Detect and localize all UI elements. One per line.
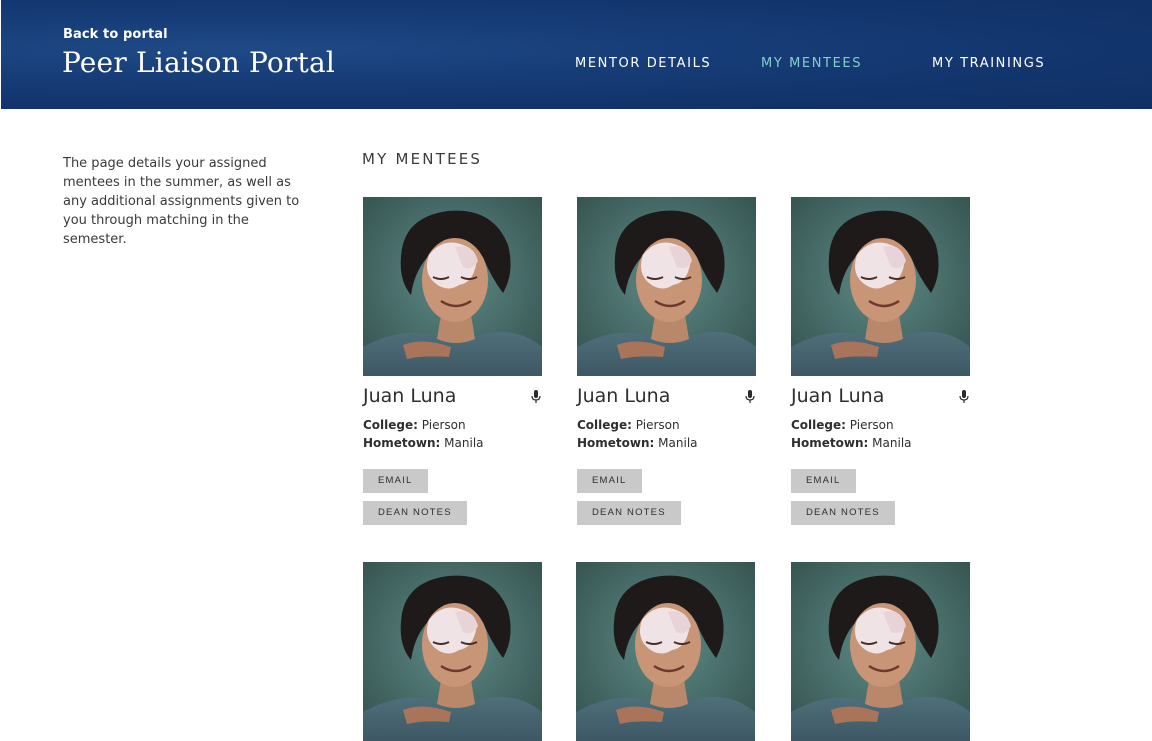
mentee-card — [576, 562, 756, 741]
nav-mentor-details[interactable]: MENTOR DETAILS — [575, 56, 711, 71]
portal-title: Peer Liaison Portal — [62, 46, 336, 79]
mentee-card — [791, 562, 971, 741]
email-button[interactable]: EMAIL — [363, 469, 428, 493]
mentee-college: College: Pierson — [363, 418, 466, 432]
nav-my-mentees[interactable]: MY MENTEES — [761, 56, 862, 71]
mentee-card — [363, 562, 543, 741]
mentee-photo — [576, 562, 755, 741]
mentee-name: Juan Luna — [577, 385, 671, 407]
mentee-name: Juan Luna — [363, 385, 457, 407]
mentee-college: College: Pierson — [791, 418, 894, 432]
mentee-photo — [363, 197, 542, 376]
intro-text: The page details your assigned mentees i… — [63, 156, 300, 247]
mentee-name: Juan Luna — [791, 385, 885, 407]
mentee-hometown: Hometown: Manila — [363, 436, 484, 450]
mentee-hometown: Hometown: Manila — [791, 436, 912, 450]
dean-notes-button[interactable]: DEAN NOTES — [363, 501, 467, 525]
microphone-icon[interactable] — [531, 390, 541, 404]
mentee-hometown: Hometown: Manila — [577, 436, 698, 450]
mentee-card: Juan Luna College: Pierson Hometown: Man… — [577, 197, 757, 525]
dean-notes-button[interactable]: DEAN NOTES — [791, 501, 895, 525]
dean-notes-button[interactable]: DEAN NOTES — [577, 501, 681, 525]
mentee-photo — [363, 562, 542, 741]
mentee-college: College: Pierson — [577, 418, 680, 432]
mentee-photo — [791, 562, 970, 741]
nav-my-trainings[interactable]: MY TRAININGS — [932, 56, 1045, 71]
back-to-portal-link[interactable]: Back to portal — [63, 27, 168, 42]
microphone-icon[interactable] — [959, 390, 969, 404]
mentee-photo — [577, 197, 756, 376]
mentee-photo — [791, 197, 970, 376]
email-button[interactable]: EMAIL — [577, 469, 642, 493]
mentee-card: Juan Luna College: Pierson Hometown: Man… — [791, 197, 971, 525]
section-title: MY MENTEES — [362, 150, 483, 168]
email-button[interactable]: EMAIL — [791, 469, 856, 493]
site-header: Back to portal Peer Liaison Portal MENTO… — [1, 0, 1152, 109]
mentee-card: Juan Luna College: Pierson Hometown: Man… — [363, 197, 543, 525]
microphone-icon[interactable] — [745, 390, 755, 404]
